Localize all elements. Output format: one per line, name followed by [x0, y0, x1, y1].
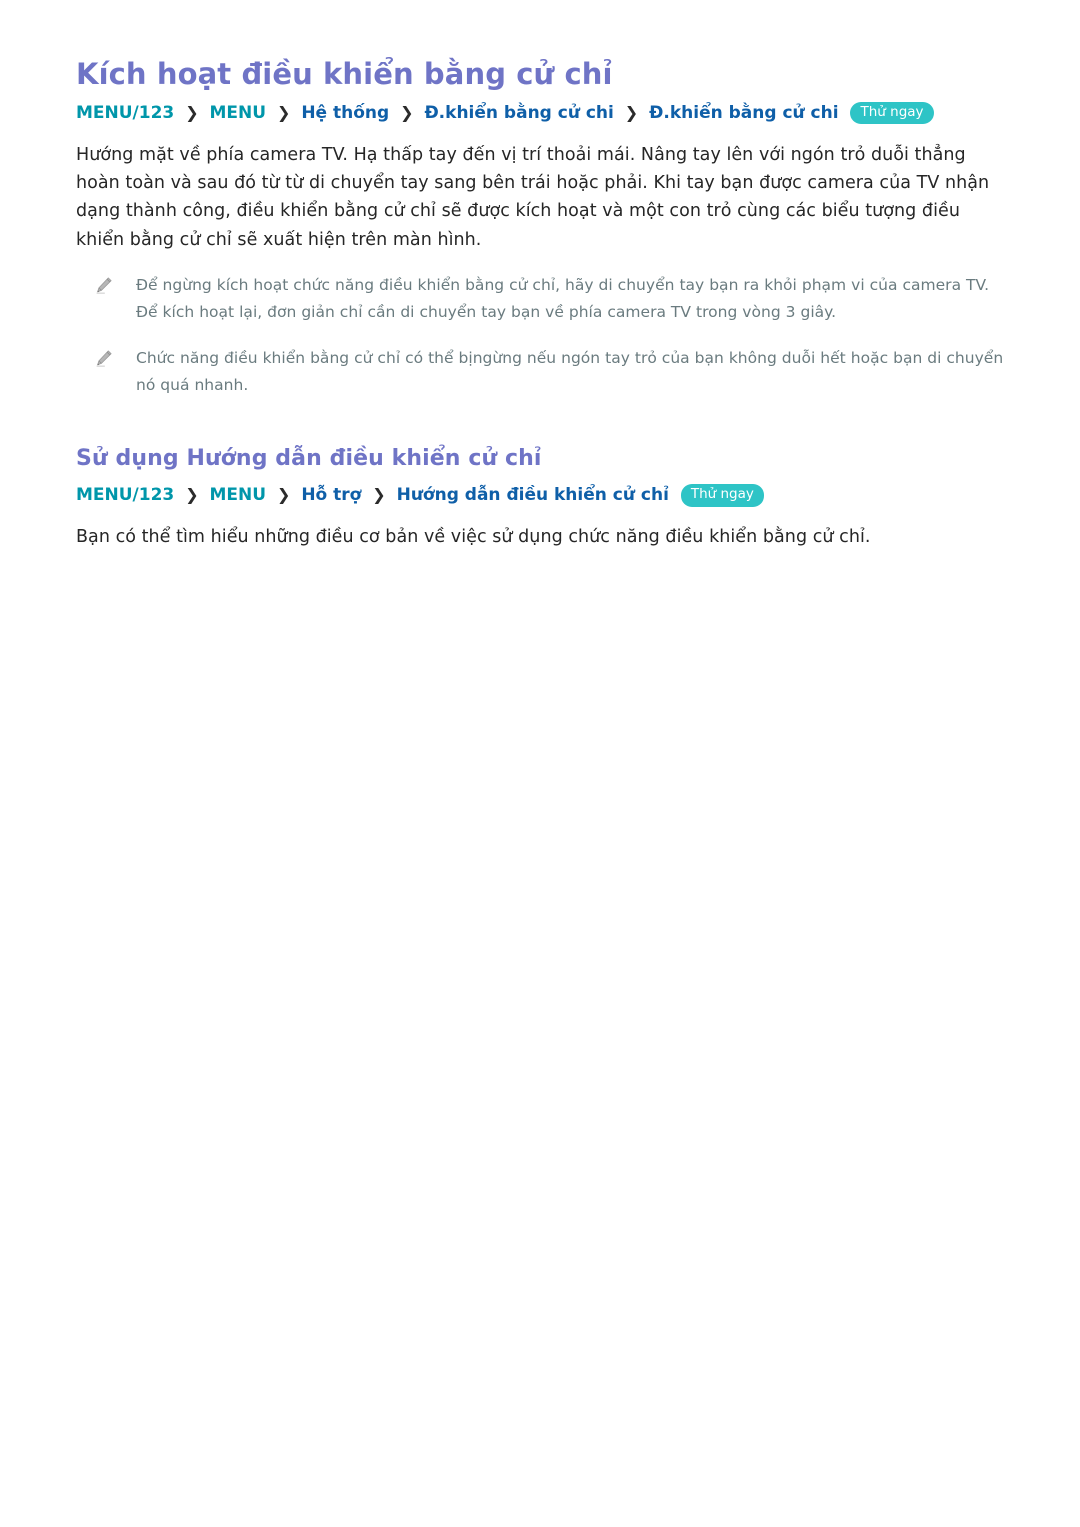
breadcrumb-segment-huong-dan-dieu-khien-cu-chi[interactable]: Hướng dẫn điều khiển cử chỉ: [397, 485, 669, 505]
breadcrumb-gesture-guide: MENU/123 ❯ MENU ❯ Hỗ trợ ❯ Hướng dẫn điề…: [76, 483, 1008, 509]
note-text: Chức năng điều khiển bằng cử chỉ có thể …: [136, 349, 1004, 395]
pencil-icon: [94, 275, 114, 295]
breadcrumb-separator-icon: ❯: [400, 103, 414, 123]
breadcrumb-segment-menu123[interactable]: MENU/123: [76, 485, 174, 505]
try-now-badge[interactable]: Thử ngay: [680, 484, 764, 507]
breadcrumb-separator-icon: ❯: [185, 485, 199, 505]
try-now-badge[interactable]: Thử ngay: [850, 102, 934, 125]
note-text: Để ngừng kích hoạt chức năng điều khiển …: [136, 276, 990, 321]
breadcrumb-separator-icon: ❯: [277, 485, 291, 505]
breadcrumb-gesture-control: MENU/123 ❯ MENU ❯ Hệ thống ❯ Đ.khiển bằn…: [76, 101, 1008, 127]
pencil-icon: [94, 348, 114, 368]
breadcrumb-segment-menu[interactable]: MENU: [210, 103, 267, 123]
breadcrumb-segment-menu[interactable]: MENU: [210, 485, 267, 505]
notes-list: Để ngừng kích hoạt chức năng điều khiển …: [76, 272, 1008, 399]
breadcrumb-separator-icon: ❯: [185, 103, 199, 123]
breadcrumb-segment-dkhien-bang-cu-chi-1[interactable]: Đ.khiển bằng cử chi: [424, 103, 613, 123]
breadcrumb-segment-ho-tro[interactable]: Hỗ trợ: [301, 485, 361, 505]
breadcrumb-separator-icon: ❯: [372, 485, 386, 505]
note-item: Chức năng điều khiển bằng cử chỉ có thể …: [76, 345, 1008, 398]
page-title: Kích hoạt điều khiển bằng cử chỉ: [76, 57, 613, 91]
breadcrumb-separator-icon: ❯: [277, 103, 291, 123]
section-body-text: Hướng mặt về phía camera TV. Hạ thấp tay…: [76, 144, 990, 250]
section-title-gesture-guide: Sử dụng Hướng dẫn điều khiển cử chỉ: [76, 445, 542, 471]
section-divider-space: [76, 399, 1008, 445]
breadcrumb-separator-icon: ❯: [624, 103, 639, 123]
note-item: Để ngừng kích hoạt chức năng điều khiển …: [76, 272, 1008, 325]
breadcrumb-segment-dkhien-bang-cu-chi-2[interactable]: Đ.khiển bằng cử chi: [649, 103, 838, 123]
breadcrumb-segment-menu123[interactable]: MENU/123: [76, 103, 174, 123]
breadcrumb-segment-he-thong[interactable]: Hệ thống: [301, 103, 389, 123]
section-body-text: Bạn có thể tìm hiểu những điều cơ bản về…: [76, 526, 871, 547]
document-page: Kích hoạt điều khiển bằng cử chỉ MENU/12…: [0, 0, 1080, 1527]
